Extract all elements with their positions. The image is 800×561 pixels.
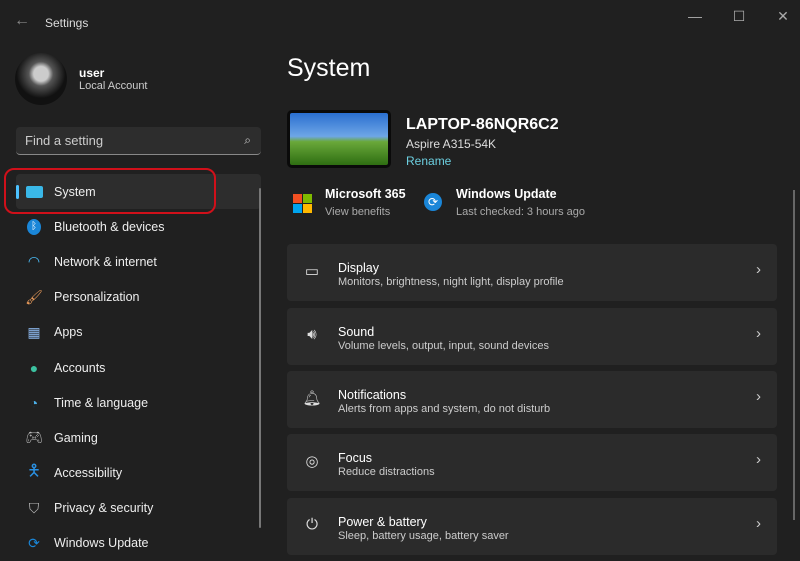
brush-icon: 🖌: [25, 288, 43, 306]
laptop-icon: ▭: [301, 262, 323, 280]
microsoft-365-title[interactable]: Microsoft 365: [325, 187, 406, 201]
search-input[interactable]: Find a setting ⌕: [16, 127, 261, 155]
sidebar-item-privacy[interactable]: ⛉ Privacy & security: [16, 491, 261, 526]
sidebar-item-accessibility[interactable]: 🯅 Accessibility: [16, 456, 261, 491]
sidebar-item-personalization[interactable]: 🖌 Personalization: [16, 280, 261, 315]
windows-update-subtitle: Last checked: 3 hours ago: [456, 206, 585, 218]
card-title: Power & battery: [338, 515, 427, 529]
card-subtitle: Sleep, battery usage, battery saver: [338, 530, 509, 542]
microsoft-365-subtitle: View benefits: [325, 206, 390, 218]
power-battery-card[interactable]: ⏻ Power & batterySleep, battery usage, ba…: [287, 498, 777, 555]
gamepad-icon: 🎮︎: [25, 429, 43, 447]
card-subtitle: Monitors, brightness, night light, displ…: [338, 276, 564, 288]
chevron-right-icon: ›: [756, 261, 761, 278]
card-subtitle: Volume levels, output, input, sound devi…: [338, 340, 549, 352]
card-title: Notifications: [338, 388, 406, 402]
sidebar-item-label: Accounts: [54, 361, 105, 375]
card-title: Sound: [338, 325, 374, 339]
title-bar: ← Settings — ☐ ✕: [0, 0, 800, 44]
device-model: Aspire A315-54K: [406, 137, 496, 151]
windows-update-title[interactable]: Windows Update: [456, 187, 557, 201]
sidebar-item-windows-update[interactable]: ⟳ Windows Update: [16, 526, 261, 561]
sidebar-item-label: Apps: [54, 325, 83, 339]
back-arrow-icon[interactable]: ←: [14, 12, 30, 30]
clock-globe-icon: ◔: [25, 394, 43, 412]
sidebar-item-accounts[interactable]: ● Accounts: [16, 350, 261, 385]
main-scrollbar[interactable]: [793, 190, 795, 520]
app-title: Settings: [45, 16, 88, 30]
rename-link[interactable]: Rename: [406, 154, 451, 168]
display-card[interactable]: ▭ DisplayMonitors, brightness, night ligh…: [287, 244, 777, 301]
windows-update-icon: ⟳: [424, 193, 442, 211]
chevron-right-icon: ›: [756, 325, 761, 342]
sidebar-item-bluetooth[interactable]: ᛒ Bluetooth & devices: [16, 209, 261, 244]
shield-icon: ⛉: [25, 499, 43, 517]
maximize-button[interactable]: ☐: [724, 8, 754, 25]
wifi-icon: ◠: [25, 253, 43, 271]
minimize-button[interactable]: —: [680, 8, 710, 24]
sidebar-item-label: Accessibility: [54, 466, 122, 480]
sidebar-item-time-language[interactable]: ◔ Time & language: [16, 385, 261, 420]
accessibility-icon: 🯅: [25, 464, 43, 482]
sidebar-item-label: Windows Update: [54, 536, 149, 550]
apps-icon: ▦: [25, 323, 43, 341]
close-button[interactable]: ✕: [768, 8, 798, 25]
update-icon: ⟳: [25, 534, 43, 552]
highlight-annotation: [4, 168, 216, 214]
sidebar-item-label: Network & internet: [54, 255, 157, 269]
user-name: user: [79, 66, 104, 80]
sidebar-item-label: Privacy & security: [54, 501, 153, 515]
power-icon: ⏻: [301, 516, 323, 533]
focus-icon: ◎: [301, 452, 323, 470]
chevron-right-icon: ›: [756, 515, 761, 532]
sidebar-item-apps[interactable]: ▦ Apps: [16, 315, 261, 350]
sidebar-item-label: Gaming: [54, 431, 98, 445]
page-title: System: [287, 54, 370, 83]
sidebar-scrollbar[interactable]: [259, 188, 261, 528]
sound-card[interactable]: 🔊︎ SoundVolume levels, output, input, sou…: [287, 308, 777, 365]
avatar[interactable]: [15, 53, 67, 105]
focus-card[interactable]: ◎ FocusReduce distractions ›: [287, 434, 777, 491]
device-name: LAPTOP-86NQR6C2: [406, 116, 559, 134]
speaker-icon: 🔊︎: [301, 326, 323, 343]
sidebar-item-label: Personalization: [54, 290, 139, 304]
sidebar-item-network[interactable]: ◠ Network & internet: [16, 244, 261, 279]
account-type: Local Account: [79, 80, 148, 92]
microsoft-365-icon: [293, 194, 312, 213]
bluetooth-icon: ᛒ: [27, 219, 41, 235]
card-title: Display: [338, 261, 379, 275]
notifications-card[interactable]: 🔔︎ NotificationsAlerts from apps and syst…: [287, 371, 777, 428]
desktop-wallpaper-thumbnail: [287, 110, 391, 168]
person-icon: ●: [25, 359, 43, 377]
card-subtitle: Alerts from apps and system, do not dist…: [338, 403, 550, 415]
sidebar-item-gaming[interactable]: 🎮︎ Gaming: [16, 420, 261, 455]
search-placeholder: Find a setting: [25, 133, 103, 148]
search-icon[interactable]: ⌕: [244, 133, 251, 148]
sidebar-item-label: Time & language: [54, 396, 148, 410]
card-subtitle: Reduce distractions: [338, 466, 435, 478]
card-title: Focus: [338, 451, 372, 465]
bell-icon: 🔔︎: [301, 389, 323, 407]
sidebar-item-label: Bluetooth & devices: [54, 220, 165, 234]
chevron-right-icon: ›: [756, 451, 761, 468]
sidebar-nav: System ᛒBluetooth & devices ◠Network & i…: [16, 174, 261, 561]
chevron-right-icon: ›: [756, 388, 761, 405]
